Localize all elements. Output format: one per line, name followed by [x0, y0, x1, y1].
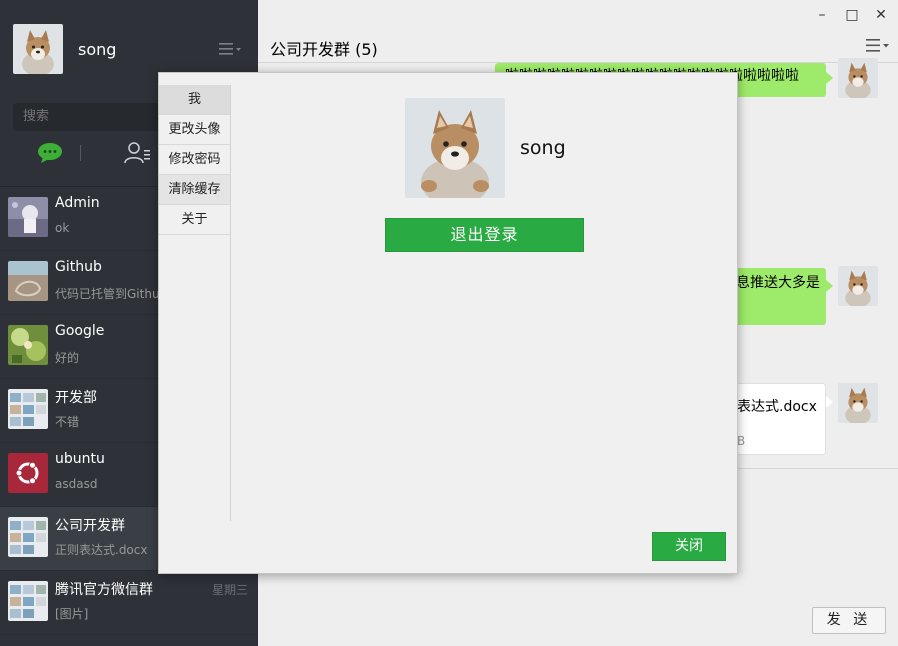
conversation-name: Github — [55, 259, 102, 275]
conversation-time: 星期三 — [211, 583, 248, 597]
sender-avatar — [838, 383, 878, 423]
chat-menu-icon[interactable] — [864, 38, 890, 54]
message-bubble: 息推送大多是 — [726, 268, 826, 325]
conversation-name: Admin — [55, 195, 100, 211]
close-dialog-button[interactable]: 关闭 — [652, 532, 726, 561]
minimize-button[interactable]: – — [810, 4, 834, 26]
bubble-arrow — [826, 396, 833, 408]
user-menu-icon[interactable] — [218, 41, 242, 57]
bubble-arrow — [826, 280, 833, 292]
conversation-avatar — [8, 261, 48, 301]
chat-title: 公司开发群 (5) — [270, 40, 378, 59]
settings-menu: 我 更改头像 修改密码 清除缓存 关于 — [159, 85, 231, 521]
profile-name: song — [520, 137, 566, 159]
conversation-last-message: [图片] — [55, 607, 89, 621]
tab-divider — [80, 145, 81, 161]
contacts-tab-icon[interactable] — [124, 141, 152, 165]
conversation-avatar — [8, 325, 48, 365]
logout-button[interactable]: 退出登录 — [385, 218, 584, 252]
conversation-name: 公司开发群 — [55, 518, 125, 534]
send-button[interactable]: 发 送 — [812, 607, 886, 634]
group-avatar — [8, 517, 48, 557]
ubuntu-logo-icon — [8, 453, 48, 493]
close-window-button[interactable]: ✕ — [869, 4, 893, 26]
profile-avatar — [405, 98, 505, 198]
group-avatar — [8, 581, 48, 621]
maximize-button[interactable]: □ — [840, 4, 864, 26]
sender-avatar — [838, 266, 878, 306]
menu-item-me[interactable]: 我 — [159, 85, 230, 115]
menu-item-clear-cache[interactable]: 清除缓存 — [159, 175, 230, 205]
conversation-avatar — [8, 197, 48, 237]
file-name: 表达式.docx — [737, 399, 817, 415]
group-avatar — [8, 389, 48, 429]
conversation-name: 开发部 — [55, 390, 97, 406]
user-name: song — [78, 40, 117, 59]
menu-item-about[interactable]: 关于 — [159, 205, 230, 235]
conversation-name: 腾讯官方微信群 — [55, 582, 153, 598]
conversation-name: Google — [55, 323, 105, 339]
conversation-name: ubuntu — [55, 451, 105, 467]
conversation-item[interactable]: 腾讯官方微信群 [图片] 星期三 — [0, 571, 258, 635]
sender-avatar — [838, 58, 878, 98]
chat-tab-icon[interactable] — [37, 142, 63, 164]
settings-dialog: 我 更改头像 修改密码 清除缓存 关于 song 退出登录 关闭 — [158, 72, 738, 574]
menu-item-change-avatar[interactable]: 更改头像 — [159, 115, 230, 145]
bubble-arrow — [826, 72, 833, 84]
menu-item-change-password[interactable]: 修改密码 — [159, 145, 230, 175]
file-size: B — [737, 434, 746, 448]
user-avatar[interactable] — [13, 24, 63, 74]
file-message[interactable]: 表达式.docx B — [726, 383, 826, 455]
